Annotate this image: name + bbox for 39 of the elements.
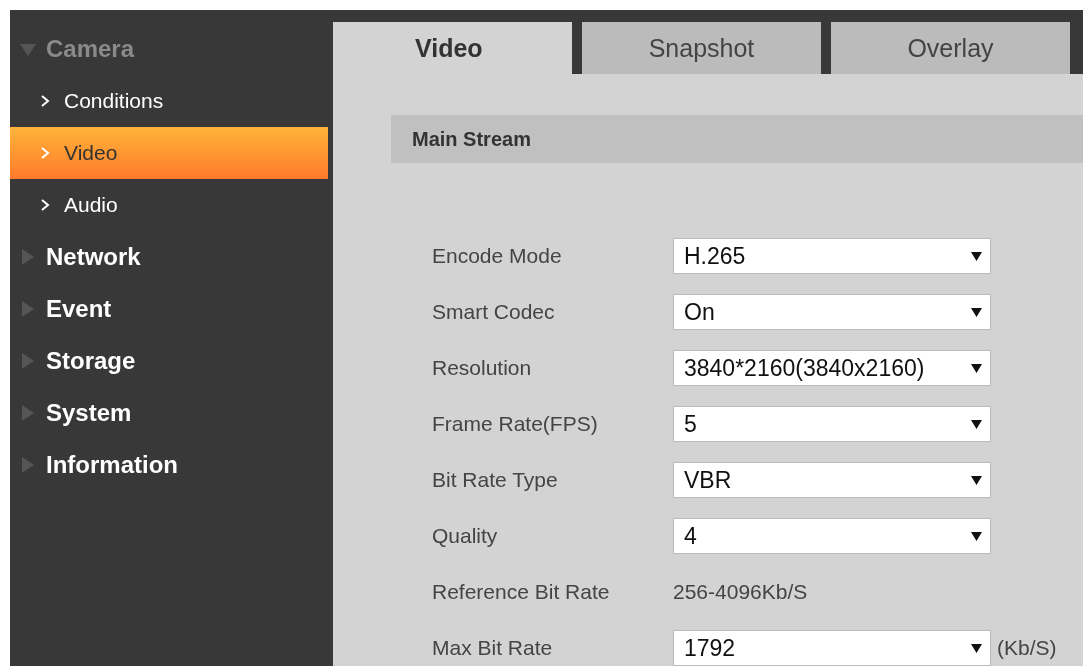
dropdown[interactable]: 5 [673, 406, 991, 442]
dropdown[interactable]: 3840*2160(3840x2160) [673, 350, 991, 386]
nav-item[interactable]: Conditions [10, 75, 328, 127]
field-label: Reference Bit Rate [432, 580, 611, 604]
nav-item[interactable]: Audio [10, 179, 328, 231]
dropdown[interactable]: On [673, 294, 991, 330]
nav-section[interactable]: Event [10, 283, 328, 335]
dropdown-arrow-icon [971, 363, 982, 373]
nav-section[interactable]: Network [10, 231, 328, 283]
dropdown-arrow-icon [971, 531, 982, 541]
tab[interactable]: Snapshot [582, 22, 821, 74]
field-label: Encode Mode [432, 244, 563, 268]
field-value: 256-4096Kb/S [673, 580, 808, 604]
field-label: Bit Rate Type [432, 468, 559, 492]
field-label: Smart Codec [432, 300, 556, 324]
dropdown-arrow-icon [971, 419, 982, 429]
dropdown-arrow-icon [971, 251, 982, 261]
dropdown[interactable]: H.265 [673, 238, 991, 274]
dropdown-arrow-icon [971, 307, 982, 317]
nav-item[interactable]: Video [10, 127, 328, 179]
tab[interactable]: Overlay [831, 22, 1070, 74]
dropdown-arrow-icon [971, 475, 982, 485]
nav-section[interactable]: System [10, 387, 328, 439]
tab[interactable]: Video [333, 22, 572, 74]
nav-section[interactable]: Storage [10, 335, 328, 387]
dropdown-arrow-icon [971, 643, 982, 653]
chevron-icon [40, 94, 50, 108]
field-label: Max Bit Rate [432, 636, 554, 660]
unit-label: (Kb/S) [997, 636, 1057, 660]
dropdown[interactable]: 1792 [673, 630, 991, 666]
section-header: Main Stream [391, 115, 1083, 163]
dropdown[interactable]: VBR [673, 462, 991, 498]
chevron-icon [40, 198, 50, 212]
field-label: Frame Rate(FPS) [432, 412, 599, 436]
field-label: Resolution [432, 356, 533, 380]
chevron-icon [40, 146, 50, 160]
dropdown[interactable]: 4 [673, 518, 991, 554]
nav-section[interactable]: Information [10, 439, 328, 491]
field-label: Quality [432, 524, 499, 548]
